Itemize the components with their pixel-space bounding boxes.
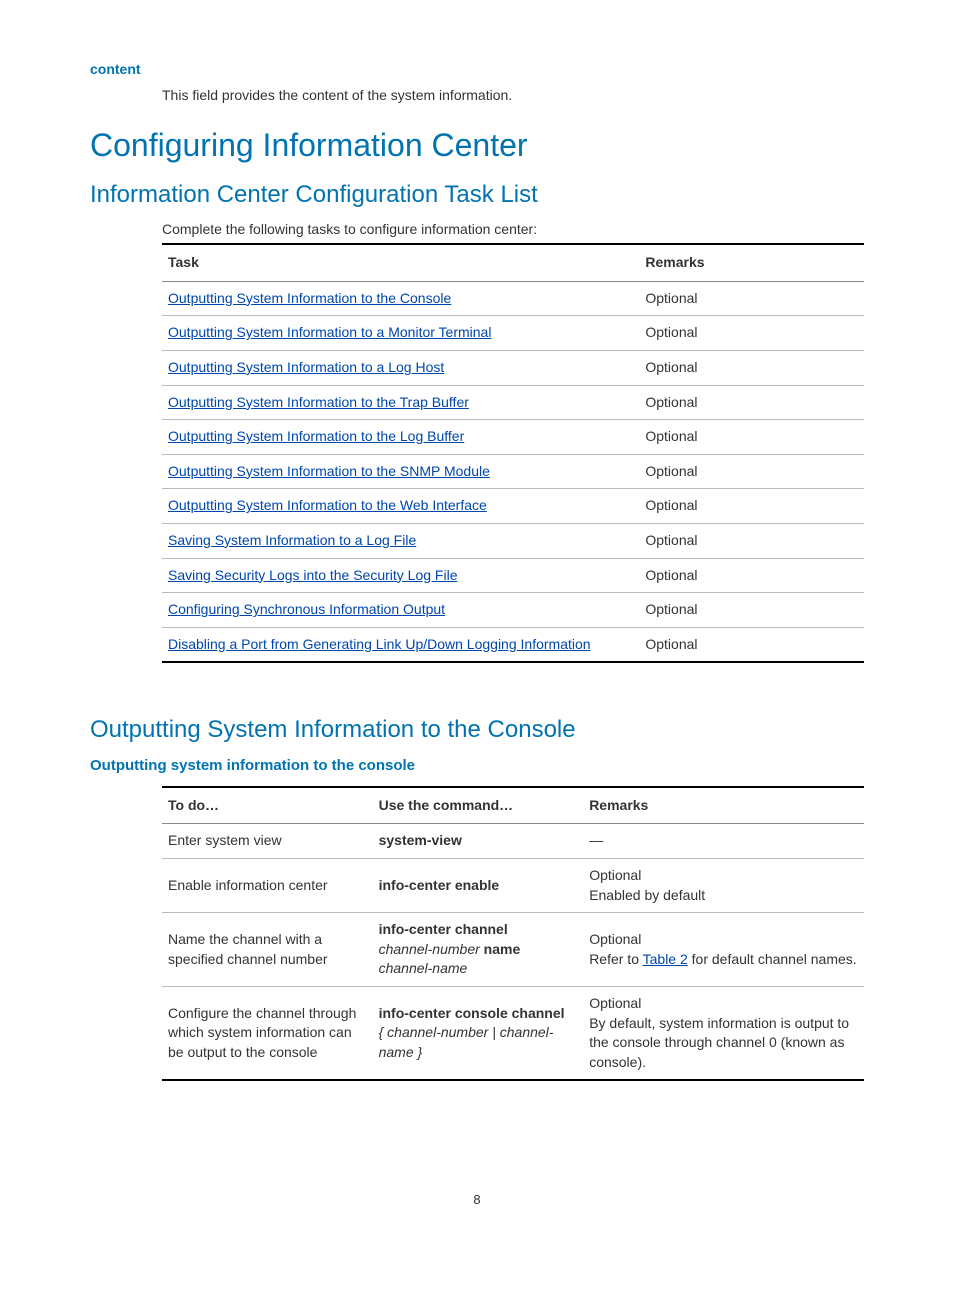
table-row: Outputting System Information to the SNM…: [162, 454, 864, 489]
th-todo: To do…: [162, 787, 373, 824]
cmd-remarks: OptionalEnabled by default: [583, 859, 864, 913]
task-link[interactable]: Saving System Information to a Log File: [168, 532, 416, 548]
task-remarks: Optional: [639, 489, 864, 524]
task-link[interactable]: Disabling a Port from Generating Link Up…: [168, 636, 591, 652]
task-list-table: Task Remarks Outputting System Informati…: [162, 243, 864, 663]
task-link[interactable]: Outputting System Information to the Web…: [168, 497, 487, 513]
task-remarks: Optional: [639, 385, 864, 420]
cmd-command: info-center channelchannel-number namech…: [373, 913, 584, 987]
task-link[interactable]: Configuring Synchronous Information Outp…: [168, 601, 445, 617]
table-row: Enable information centerinfo-center ena…: [162, 859, 864, 913]
section2-subtitle: Outputting system information to the con…: [90, 755, 864, 776]
table-row: Outputting System Information to the Log…: [162, 420, 864, 455]
page-title-h1: Configuring Information Center: [90, 123, 864, 168]
section2-title: Outputting System Information to the Con…: [90, 713, 864, 747]
task-link[interactable]: Outputting System Information to a Monit…: [168, 324, 491, 340]
table-row: Saving Security Logs into the Security L…: [162, 558, 864, 593]
task-link[interactable]: Outputting System Information to the Tra…: [168, 394, 469, 410]
cmd-todo: Enable information center: [162, 859, 373, 913]
cmd-remarks: —: [583, 824, 864, 859]
table-row: Outputting System Information to a Monit…: [162, 316, 864, 351]
cmd-command: info-center enable: [373, 859, 584, 913]
table-row: Configure the channel through which syst…: [162, 987, 864, 1081]
cmd-todo: Enter system view: [162, 824, 373, 859]
section1-title: Information Center Configuration Task Li…: [90, 178, 864, 212]
task-remarks: Optional: [639, 627, 864, 662]
content-label: content: [90, 60, 864, 80]
cmd-remarks: OptionalBy default, system information i…: [583, 987, 864, 1081]
cmd-command: info-center console channel{ channel-num…: [373, 987, 584, 1081]
cmd-todo: Configure the channel through which syst…: [162, 987, 373, 1081]
cmd-todo: Name the channel with a specified channe…: [162, 913, 373, 987]
table-row: Configuring Synchronous Information Outp…: [162, 593, 864, 628]
table-row: Disabling a Port from Generating Link Up…: [162, 627, 864, 662]
task-remarks: Optional: [639, 523, 864, 558]
task-remarks: Optional: [639, 281, 864, 316]
table-row: Outputting System Information to the Con…: [162, 281, 864, 316]
command-table: To do… Use the command… Remarks Enter sy…: [162, 786, 864, 1082]
task-remarks: Optional: [639, 454, 864, 489]
cmd-command: system-view: [373, 824, 584, 859]
task-remarks: Optional: [639, 420, 864, 455]
table-row: Outputting System Information to a Log H…: [162, 350, 864, 385]
task-link[interactable]: Outputting System Information to the Con…: [168, 290, 451, 306]
th-cmd: Use the command…: [373, 787, 584, 824]
th-task: Task: [162, 244, 639, 281]
table-row: Name the channel with a specified channe…: [162, 913, 864, 987]
table-row: Outputting System Information to the Tra…: [162, 385, 864, 420]
task-remarks: Optional: [639, 558, 864, 593]
table-ref-link[interactable]: Table 2: [643, 951, 688, 967]
section1-intro: Complete the following tasks to configur…: [162, 220, 864, 240]
task-link[interactable]: Saving Security Logs into the Security L…: [168, 567, 458, 583]
task-link[interactable]: Outputting System Information to the SNM…: [168, 463, 490, 479]
table-row: Enter system viewsystem-view—: [162, 824, 864, 859]
page-number: 8: [90, 1191, 864, 1209]
task-remarks: Optional: [639, 350, 864, 385]
th-remarks: Remarks: [639, 244, 864, 281]
table-row: Outputting System Information to the Web…: [162, 489, 864, 524]
content-desc: This field provides the content of the s…: [162, 86, 864, 106]
task-link[interactable]: Outputting System Information to the Log…: [168, 428, 464, 444]
table-row: Saving System Information to a Log File O…: [162, 523, 864, 558]
task-link[interactable]: Outputting System Information to a Log H…: [168, 359, 444, 375]
cmd-remarks: OptionalRefer to Table 2 for default cha…: [583, 913, 864, 987]
task-remarks: Optional: [639, 593, 864, 628]
task-remarks: Optional: [639, 316, 864, 351]
th-remarks2: Remarks: [583, 787, 864, 824]
